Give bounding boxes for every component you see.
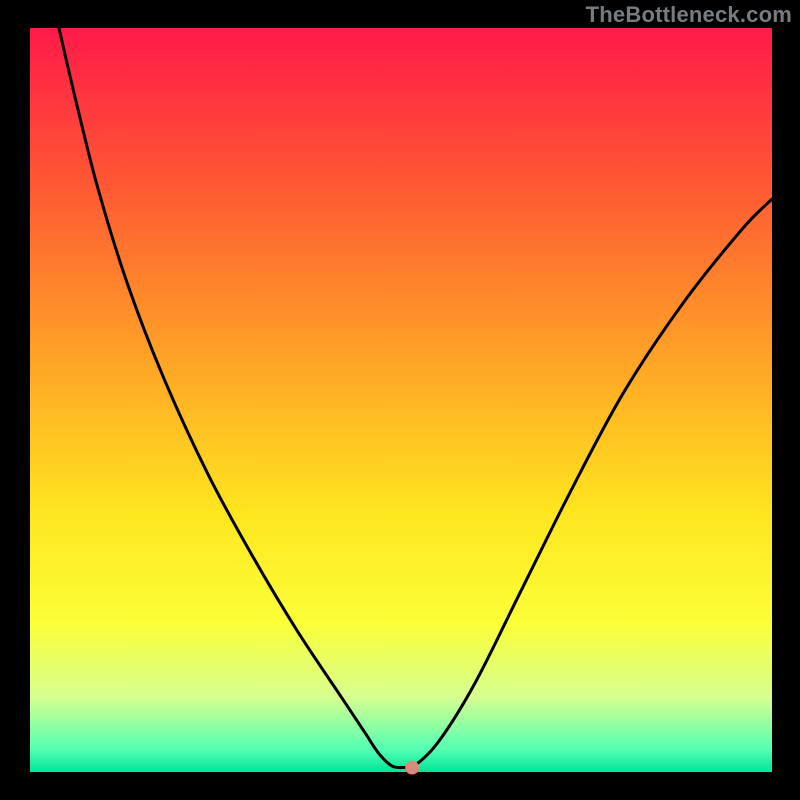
minimum-marker-dot xyxy=(405,761,419,775)
chart-gradient-bg xyxy=(30,28,772,772)
bottleneck-chart: TheBottleneck.com xyxy=(0,0,800,800)
chart-canvas xyxy=(0,0,800,800)
watermark-text: TheBottleneck.com xyxy=(586,2,792,28)
